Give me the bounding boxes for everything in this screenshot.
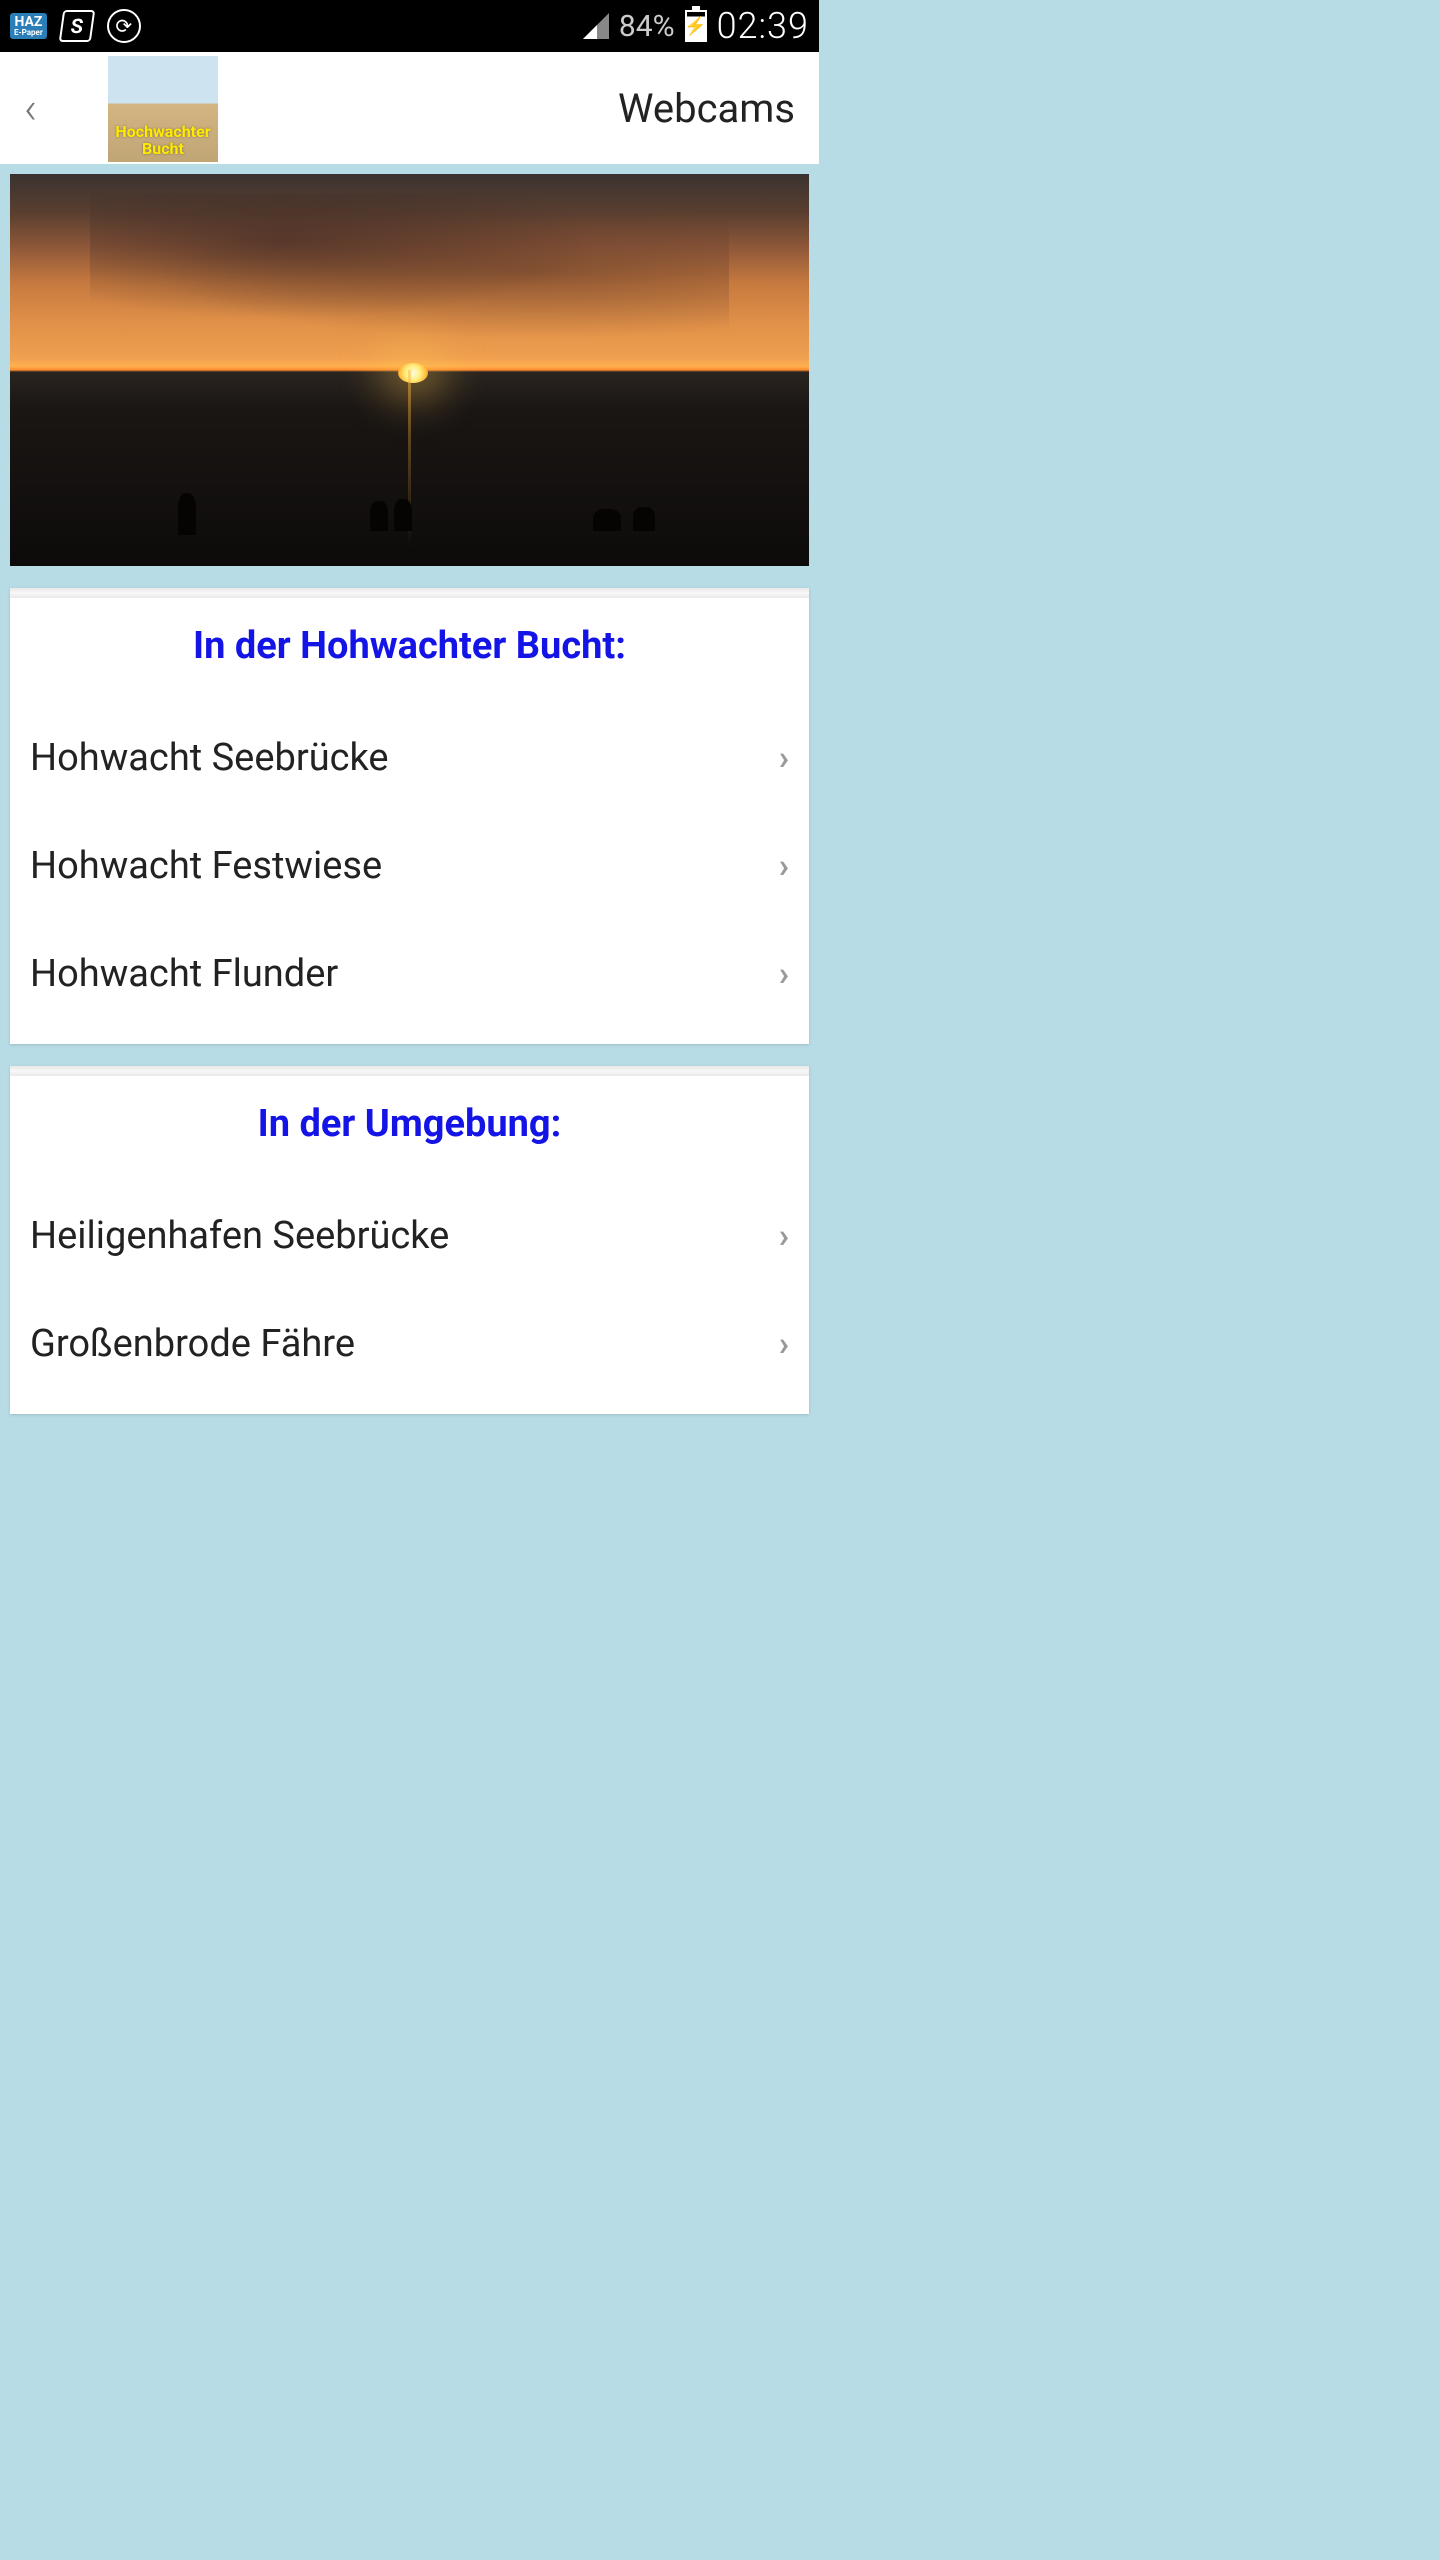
status-right: 84% ⚡ 02:39 — [583, 5, 809, 47]
webcam-row-hohwacht-flunder[interactable]: Hohwacht Flunder › — [10, 924, 809, 1024]
app-header: ‹ Hochwachter Bucht Webcams — [0, 52, 819, 164]
list-item-label: Hohwacht Festwiese — [30, 844, 382, 888]
chevron-right-icon: › — [779, 1324, 789, 1364]
section-title: In der Umgebung: — [10, 1076, 809, 1186]
section-hohwachter-bucht: In der Hohwachter Bucht: Hohwacht Seebrü… — [10, 588, 809, 1044]
clock: 02:39 — [717, 5, 809, 47]
list-item-label: Heiligenhafen Seebrücke — [30, 1214, 449, 1258]
card-divider — [10, 1066, 809, 1076]
list-item-label: Hohwacht Flunder — [30, 952, 338, 996]
webcam-row-hohwacht-seebruecke[interactable]: Hohwacht Seebrücke › — [10, 708, 809, 808]
chevron-right-icon: › — [779, 738, 789, 778]
content: In der Hohwachter Bucht: Hohwacht Seebrü… — [0, 164, 819, 1424]
webcam-row-heiligenhafen-seebruecke[interactable]: Heiligenhafen Seebrücke › — [10, 1186, 809, 1286]
hero-sunset-image — [10, 174, 809, 566]
webcam-row-grossenbrode-faehre[interactable]: Großenbrode Fähre › — [10, 1294, 809, 1394]
webcam-row-hohwacht-festwiese[interactable]: Hohwacht Festwiese › — [10, 816, 809, 916]
haz-epaper-icon: HAZ E-Paper — [10, 13, 47, 39]
battery-percent: 84% — [619, 9, 675, 44]
s-app-icon: S — [59, 10, 95, 42]
haz-sub: E-Paper — [14, 29, 43, 37]
section-title: In der Hohwachter Bucht: — [10, 598, 809, 708]
status-left: HAZ E-Paper S ⟳ — [10, 9, 141, 43]
battery-charging-icon: ⚡ — [685, 10, 707, 42]
sync-icon: ⟳ — [107, 9, 141, 43]
signal-icon — [583, 13, 609, 39]
app-logo-text: Hochwachter Bucht — [115, 123, 210, 158]
app-logo: Hochwachter Bucht — [108, 56, 218, 162]
chevron-right-icon: › — [779, 954, 789, 994]
chevron-right-icon: › — [779, 1216, 789, 1256]
section-umgebung: In der Umgebung: Heiligenhafen Seebrücke… — [10, 1066, 809, 1414]
list-item-label: Großenbrode Fähre — [30, 1322, 355, 1366]
page-title: Webcams — [618, 85, 795, 132]
chevron-right-icon: › — [779, 846, 789, 886]
back-button[interactable]: ‹ — [24, 82, 37, 134]
card-divider — [10, 588, 809, 598]
status-bar: HAZ E-Paper S ⟳ 84% ⚡ 02:39 — [0, 0, 819, 52]
list-item-label: Hohwacht Seebrücke — [30, 736, 389, 780]
